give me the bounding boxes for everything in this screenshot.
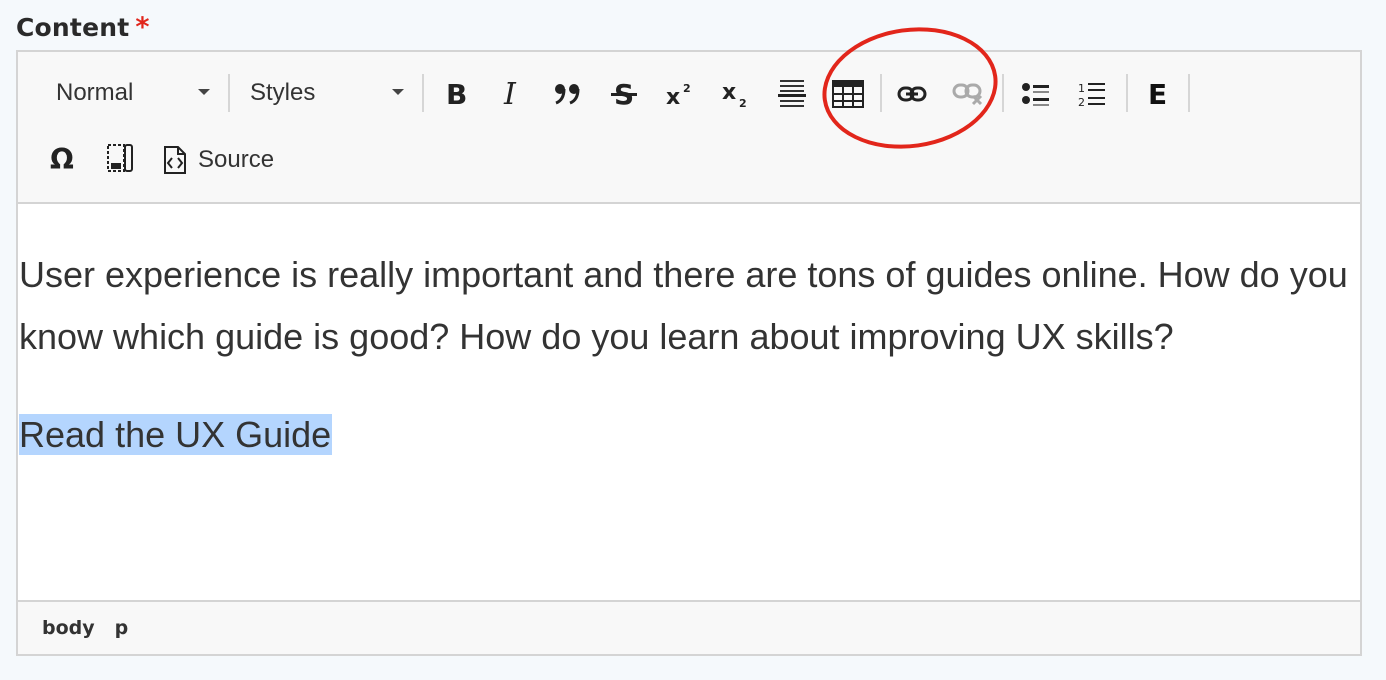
insert-template-icon [107,144,133,172]
horizontal-line-button[interactable] [770,72,814,116]
superscript-button[interactable]: x 2 [658,72,702,116]
source-icon [164,146,186,174]
svg-text:I: I [503,80,517,108]
svg-text:2: 2 [1078,96,1085,108]
toolbar-separator [1126,74,1128,112]
italic-icon: I [503,80,517,108]
svg-text:Ω: Ω [50,143,74,173]
toolbar-separator [1002,74,1004,112]
toolbar-separator [228,74,230,112]
element-path-bar: body p [18,600,1360,654]
selected-text[interactable]: Read the UX Guide [19,414,333,455]
editor-toolbar: Normal Styles B I S x 2 x 2 1 2 E Ω Sour… [18,52,1360,204]
toolbar-separator [422,74,424,112]
numbered-list-button[interactable]: 1 2 [1070,72,1114,116]
field-label-text: Content [16,13,130,42]
bulleted-list-icon [1022,83,1049,106]
toolbar-separator [1188,74,1190,112]
styles-select-value: Styles [250,79,316,106]
superscript-icon: x 2 [666,82,691,108]
field-label: Content * [16,12,150,43]
chevron-down-icon [392,89,404,95]
svg-text:E: E [1148,80,1167,108]
svg-text:B: B [446,80,467,108]
content-paragraph-link[interactable]: Read the UX Guide [19,404,333,466]
source-label: Source [198,146,275,173]
insert-template-button[interactable] [98,136,142,180]
italic-button[interactable]: I [490,72,534,116]
svg-text:1: 1 [1078,82,1085,95]
strikethrough-button[interactable]: S [602,72,646,116]
horizontal-line-icon [778,80,806,107]
source-button[interactable]: Source [162,138,292,182]
format-select-value: Normal [56,79,134,106]
blockquote-icon [555,84,580,105]
embed-button[interactable]: E [1136,72,1180,116]
svg-text:x: x [722,80,736,105]
subscript-icon: x 2 [722,80,747,109]
content-paragraph[interactable]: User experience is really important and … [19,244,1359,368]
special-character-button[interactable]: Ω [42,136,86,180]
styles-select[interactable]: Styles [250,70,404,116]
editor-content-area[interactable]: User experience is really important and … [18,204,1360,604]
bulleted-list-button[interactable] [1014,72,1058,116]
strikethrough-icon: S [611,79,637,109]
embed-icon: E [1148,80,1167,108]
rich-text-editor: Normal Styles B I S x 2 x 2 1 2 E Ω Sour… [16,50,1362,656]
numbered-list-icon: 1 2 [1078,82,1105,108]
path-item-p[interactable]: p [115,617,129,639]
special-character-icon: Ω [50,143,74,173]
path-item-body[interactable]: body [42,617,95,639]
bold-button[interactable]: B [434,72,478,116]
required-mark: * [135,12,150,43]
svg-text:x: x [666,85,680,108]
svg-text:2: 2 [683,82,691,95]
subscript-button[interactable]: x 2 [714,72,758,116]
bold-icon: B [446,80,467,108]
format-select[interactable]: Normal [56,70,210,116]
blockquote-button[interactable] [546,72,590,116]
chevron-down-icon [198,89,210,95]
svg-text:2: 2 [739,97,747,109]
